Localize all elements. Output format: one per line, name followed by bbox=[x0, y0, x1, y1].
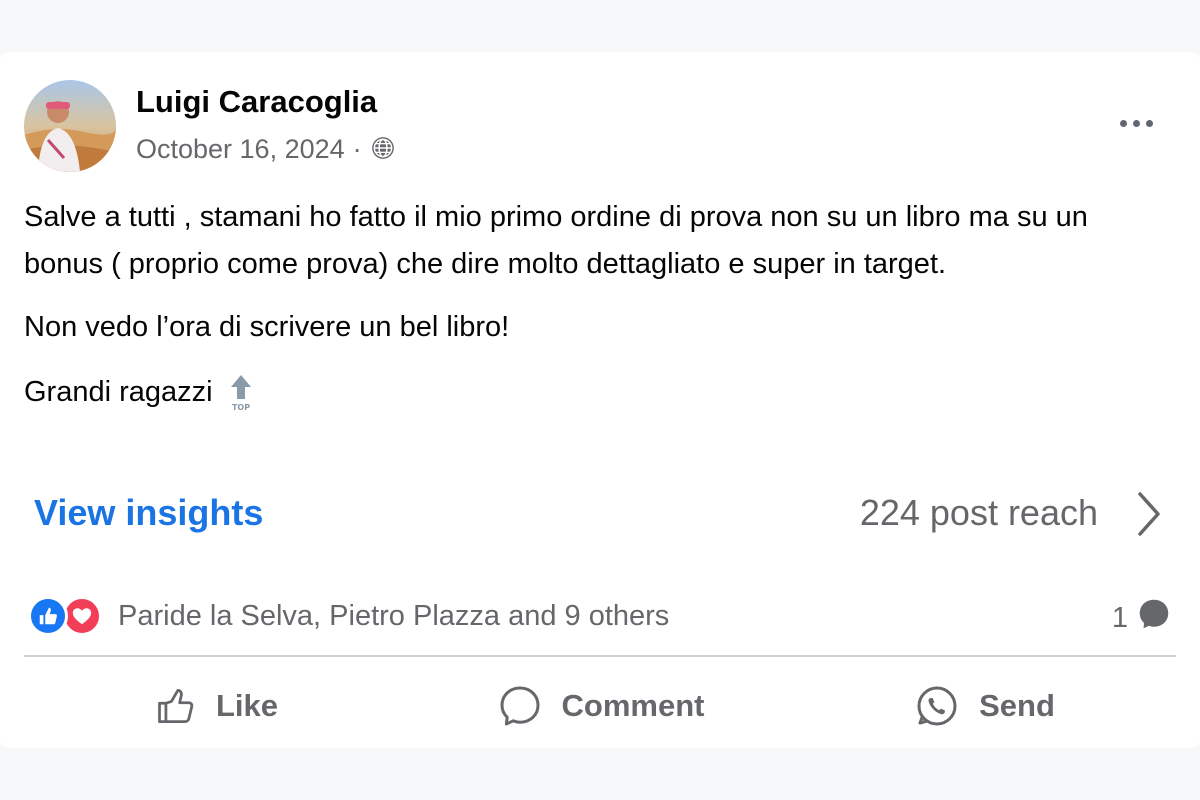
comment-button-label: Comment bbox=[561, 688, 705, 723]
post-paragraph: Salve a tutti , stamani ho fatto il mio … bbox=[24, 201, 1088, 280]
like-reaction-icon bbox=[28, 596, 68, 636]
send-button-label: Send bbox=[979, 688, 1055, 723]
view-insights-link[interactable]: View insights bbox=[34, 492, 263, 534]
reactions-summary[interactable]: Paride la Selva, Pietro Plazza and 9 oth… bbox=[28, 596, 669, 636]
post-date[interactable]: October 16, 2024 bbox=[136, 134, 345, 165]
send-button[interactable]: Send bbox=[792, 672, 1176, 740]
top-arrow-emoji: TOP bbox=[227, 373, 255, 413]
more-options-icon[interactable] bbox=[1108, 108, 1164, 138]
meta-separator: · bbox=[352, 134, 362, 164]
like-button-label: Like bbox=[215, 688, 279, 723]
comment-count[interactable]: 1 bbox=[1112, 596, 1172, 640]
post-paragraph-last: Grandi ragazzi TOP bbox=[24, 369, 1174, 416]
reaction-names[interactable]: Paride la Selva, Pietro Plazza and 9 oth… bbox=[118, 600, 669, 633]
author-avatar[interactable] bbox=[24, 80, 116, 172]
comment-button[interactable]: Comment bbox=[408, 672, 792, 740]
divider bbox=[24, 655, 1176, 657]
comment-bubble-icon bbox=[496, 682, 544, 730]
like-button[interactable]: Like bbox=[24, 672, 408, 740]
post-paragraph: Non vedo l’ora di scrivere un bel libro! bbox=[24, 311, 510, 343]
comment-count-icon bbox=[1136, 596, 1172, 640]
comment-count-value: 1 bbox=[1111, 601, 1128, 634]
post-card: Luigi Caracoglia October 16, 2024 · Salv… bbox=[0, 52, 1200, 748]
thumbs-up-icon bbox=[154, 684, 198, 728]
post-meta: October 16, 2024 · bbox=[136, 134, 400, 165]
post-reach-text[interactable]: 224 post reach bbox=[860, 492, 1098, 534]
love-reaction-icon bbox=[62, 596, 102, 636]
globe-icon[interactable] bbox=[370, 135, 400, 165]
messenger-send-icon bbox=[913, 682, 961, 730]
chevron-right-icon[interactable] bbox=[1128, 488, 1168, 540]
post-paragraph-text: Grandi ragazzi bbox=[24, 376, 213, 408]
author-name[interactable]: Luigi Caracoglia bbox=[136, 84, 377, 120]
post-body: Salve a tutti , stamani ho fatto il mio … bbox=[24, 194, 1174, 434]
svg-text:TOP: TOP bbox=[232, 403, 250, 412]
action-bar: Like Comment Send bbox=[24, 672, 1176, 740]
